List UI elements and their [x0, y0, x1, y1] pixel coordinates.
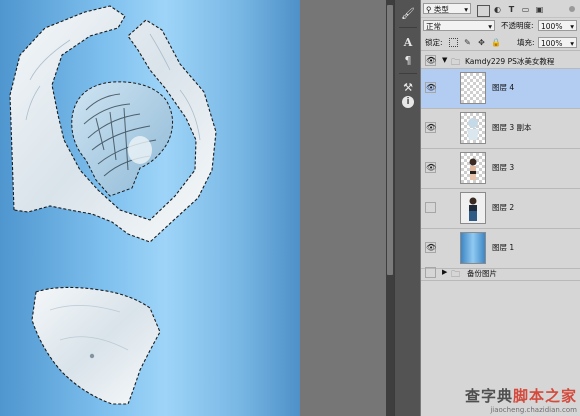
layer-thumbnail	[460, 232, 486, 264]
fill-value: 100%	[541, 39, 563, 48]
ice-figure-artwork	[9, 5, 217, 405]
opacity-field[interactable]: 100% ▾	[538, 20, 577, 31]
watermark-text-red: 脚本之家	[512, 387, 577, 405]
blend-mode-select[interactable]: 正常 ▾	[423, 20, 495, 31]
backup-group-row[interactable]: ▶ 🗀 备份图片	[421, 266, 580, 281]
layer-row-2[interactable]: 图层 2	[421, 189, 580, 229]
chevron-down-icon: ▾	[570, 39, 574, 48]
chevron-down-icon[interactable]: ▼	[442, 56, 447, 64]
group-name: Kamdy229 PS冰美女教程	[465, 57, 555, 66]
eye-icon[interactable]: 👁	[425, 55, 436, 66]
layer-name: 图层 1	[492, 243, 515, 252]
panel-icon-strip: 🖌 A ¶ ⚒ i	[394, 0, 421, 416]
eye-icon[interactable]	[425, 267, 436, 278]
lock-pixels-icon[interactable]: ✎	[463, 38, 472, 47]
layer-name: 图层 3	[492, 163, 515, 172]
eye-icon[interactable]: 👁	[425, 162, 436, 173]
layer-row-3-copy[interactable]: 👁 图层 3 副本	[421, 109, 580, 149]
ice-figure-thumbnail	[467, 118, 479, 140]
watermark: 查字典脚本之家 jiaocheng.chazidian.com	[465, 385, 577, 414]
lock-label: 锁定:	[425, 38, 443, 47]
strip-divider	[399, 73, 417, 74]
woman-photo-thumbnail	[469, 197, 477, 221]
layers-panel: ⚲ 类型 ▾ ◐ T ▭ ▣ 正常 ▾ 不透明度: 100% ▾ 锁定: ✎ ✥…	[420, 0, 580, 416]
lock-all-icon[interactable]: 🔒	[491, 38, 501, 47]
pixel-filter-icon[interactable]	[477, 5, 490, 17]
search-icon: ⚲	[426, 5, 432, 14]
blend-row: 正常 ▾ 不透明度: 100% ▾	[421, 17, 580, 32]
watermark-text: 查字典	[464, 387, 513, 405]
chevron-down-icon: ▾	[570, 22, 574, 31]
paragraph-icon[interactable]: ¶	[400, 53, 416, 69]
brush-presets-icon[interactable]: 🖌	[400, 6, 416, 22]
layer-filter-row: ⚲ 类型 ▾ ◐ T ▭ ▣	[421, 2, 580, 17]
eye-icon[interactable]: 👁	[425, 122, 436, 133]
scrollbar-thumb[interactable]	[387, 5, 393, 275]
layer-group-row[interactable]: 👁 ▼ 🗀 Kamdy229 PS冰美女教程	[421, 54, 580, 69]
chevron-down-icon: ▾	[488, 22, 492, 31]
character-icon[interactable]: A	[400, 35, 416, 51]
canvas-workspace[interactable]	[0, 0, 386, 416]
filter-toggle[interactable]	[569, 6, 575, 12]
opacity-label: 不透明度:	[501, 21, 534, 30]
chevron-down-icon: ▾	[464, 5, 468, 14]
layer-name: 图层 2	[492, 203, 515, 212]
opacity-value: 100%	[541, 22, 563, 31]
shape-filter-icon[interactable]: ▭	[521, 5, 530, 14]
layer-thumbnail	[460, 152, 486, 184]
filter-kind-select[interactable]: ⚲ 类型 ▾	[423, 3, 471, 14]
ice-lower-body	[31, 286, 161, 405]
type-filter-icon[interactable]: T	[507, 5, 516, 14]
strip-divider	[399, 27, 417, 28]
canvas-vertical-scrollbar[interactable]	[386, 0, 394, 416]
eye-icon[interactable]: 👁	[425, 82, 436, 93]
layer-thumbnail	[460, 192, 486, 224]
fill-label: 填充:	[517, 38, 535, 47]
layer-row-4[interactable]: 👁 图层 4	[421, 69, 580, 109]
layer-row-3[interactable]: 👁 图层 3	[421, 149, 580, 189]
smart-object-filter-icon[interactable]: ▣	[535, 5, 544, 14]
lock-position-icon[interactable]: ✥	[477, 38, 486, 47]
filter-kind-value: 类型	[433, 5, 449, 14]
layer-thumbnail	[460, 112, 486, 144]
blend-mode-value: 正常	[426, 22, 441, 31]
tool-presets-icon[interactable]: ⚒	[400, 80, 416, 96]
group-name: 备份图片	[467, 269, 497, 278]
eye-icon[interactable]: 👁	[425, 242, 436, 253]
chevron-right-icon[interactable]: ▶	[442, 268, 447, 276]
document-canvas[interactable]	[0, 0, 300, 416]
layer-name: 图层 4	[492, 83, 515, 92]
watermark-url: jiaocheng.chazidian.com	[490, 406, 577, 414]
fill-field[interactable]: 100% ▾	[538, 37, 577, 48]
adjustment-filter-icon[interactable]: ◐	[493, 5, 502, 14]
layer-row-1[interactable]: 👁 图层 1	[421, 229, 580, 269]
eye-icon[interactable]	[425, 202, 436, 213]
layer-thumbnail	[460, 72, 486, 104]
layer-name: 图层 3 副本	[492, 123, 532, 132]
folder-icon: 🗀	[451, 270, 461, 280]
lock-row: 锁定: ✎ ✥ 🔒 填充: 100% ▾	[421, 34, 580, 51]
lock-transparent-icon[interactable]	[449, 38, 458, 47]
info-icon[interactable]: i	[402, 96, 414, 108]
woman-cutout-thumbnail	[469, 158, 477, 180]
